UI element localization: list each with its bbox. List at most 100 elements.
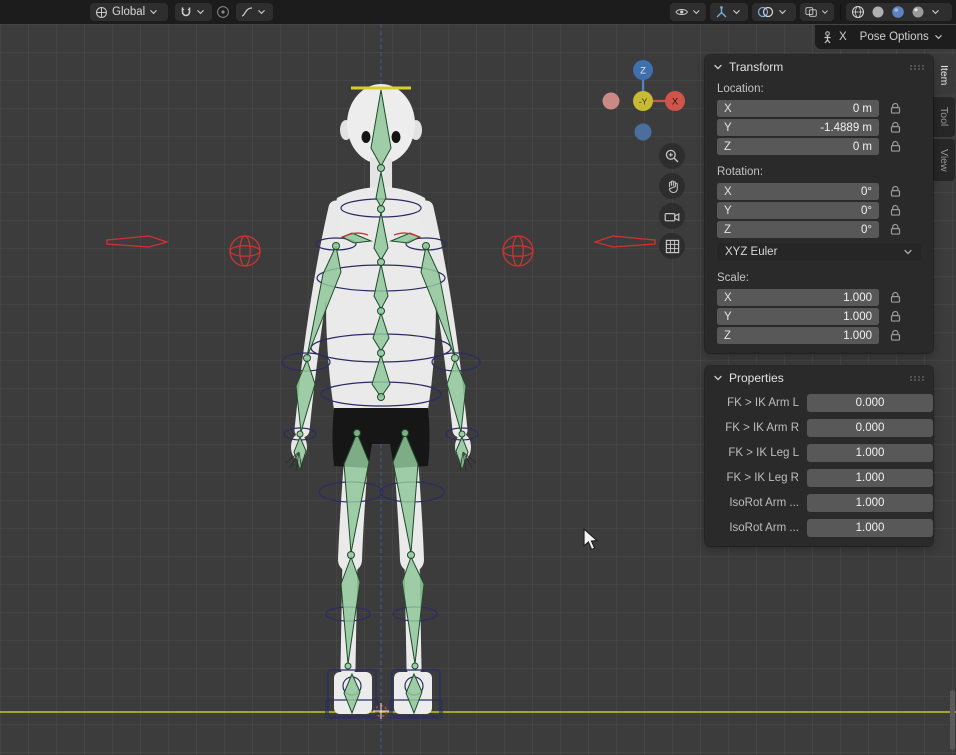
- overlays-dropdown[interactable]: [752, 3, 796, 21]
- lock-icon[interactable]: [889, 291, 902, 304]
- lock-icon[interactable]: [889, 185, 902, 198]
- property-field[interactable]: 0.000: [807, 394, 933, 412]
- property-value: 0.000: [856, 397, 885, 409]
- location-x-field[interactable]: X 0 m: [717, 100, 879, 117]
- scale-section-label: Scale:: [705, 268, 933, 288]
- lock-icon[interactable]: [889, 223, 902, 236]
- pan-hand-icon: [665, 179, 680, 194]
- rotation-z-field[interactable]: Z 0°: [717, 221, 879, 238]
- view-object-types-dropdown[interactable]: [670, 3, 706, 21]
- field-value: 1.000: [843, 292, 872, 304]
- lock-icon[interactable]: [889, 121, 902, 134]
- location-section-label: Location:: [705, 79, 933, 99]
- navigation-gizmo[interactable]: Z X -Y: [598, 58, 690, 146]
- panel-grip-icon[interactable]: [909, 375, 925, 382]
- property-row: FK > IK Leg L 1.000: [705, 440, 933, 465]
- property-field[interactable]: 1.000: [807, 519, 933, 537]
- axis-label: Y: [724, 311, 732, 323]
- chevron-down-icon[interactable]: [931, 8, 940, 16]
- property-field[interactable]: 1.000: [807, 469, 933, 487]
- pose-options-bar: X Pose Options: [815, 25, 956, 49]
- proportional-editing-toggle[interactable]: [216, 5, 230, 19]
- orientation-label: Global: [112, 6, 145, 18]
- chevron-down-icon: [778, 8, 787, 16]
- rendered-shading-icon[interactable]: [911, 5, 925, 19]
- wireframe-shading-icon[interactable]: [851, 5, 865, 19]
- lock-icon[interactable]: [889, 102, 902, 115]
- xray-icon: [805, 6, 817, 18]
- gizmo-neg-x-axis: [603, 93, 620, 110]
- xray-toggle[interactable]: [800, 3, 834, 21]
- rotation-y-row: Y 0°: [705, 201, 933, 220]
- rotation-mode-dropdown[interactable]: XYZ Euler: [717, 243, 921, 261]
- scale-y-field[interactable]: Y 1.000: [717, 308, 879, 325]
- chevron-down-icon: [196, 8, 205, 16]
- property-label: FK > IK Arm L: [709, 397, 807, 409]
- gizmos-dropdown[interactable]: [710, 3, 748, 21]
- shading-mode-group: [846, 3, 952, 21]
- gizmo-neg-z-axis: [635, 124, 652, 141]
- solid-shading-icon[interactable]: [871, 5, 885, 19]
- overlays-icon: [757, 6, 774, 18]
- properties-panel-header[interactable]: Properties: [705, 366, 933, 390]
- field-value: 0°: [861, 224, 872, 236]
- material-shading-icon[interactable]: [891, 5, 905, 19]
- field-value: 0 m: [853, 103, 872, 115]
- rotation-section-label: Rotation:: [705, 162, 933, 182]
- snap-dropdown[interactable]: [175, 3, 212, 21]
- orientation-dropdown[interactable]: Global: [90, 3, 168, 21]
- chevron-down-icon: [903, 248, 913, 256]
- location-y-field[interactable]: Y -1.4889 m: [717, 119, 879, 136]
- property-field[interactable]: 1.000: [807, 494, 933, 512]
- tab-tool[interactable]: Tool: [933, 97, 955, 136]
- field-value: -1.4889 m: [820, 122, 872, 134]
- panel-grip-icon[interactable]: [909, 64, 925, 71]
- lock-icon[interactable]: [889, 329, 902, 342]
- falloff-dropdown[interactable]: [236, 3, 273, 21]
- chevron-down-icon: [821, 8, 829, 16]
- rotation-mode-value: XYZ Euler: [725, 246, 777, 258]
- property-label: IsoRot Arm ...: [709, 497, 807, 509]
- pose-options-menu[interactable]: Pose Options: [860, 31, 929, 43]
- grid-toggle-button[interactable]: [659, 233, 685, 259]
- camera-view-button[interactable]: [659, 203, 685, 229]
- chevron-down-icon[interactable]: [934, 33, 943, 41]
- location-z-row: Z 0 m: [705, 137, 933, 156]
- property-value: 0.000: [856, 422, 885, 434]
- snap-magnet-icon: [180, 6, 192, 18]
- scale-x-field[interactable]: X 1.000: [717, 289, 879, 306]
- chevron-down-icon: [692, 8, 701, 16]
- rotation-y-field[interactable]: Y 0°: [717, 202, 879, 219]
- property-row: FK > IK Arm L 0.000: [705, 390, 933, 415]
- location-y-row: Y -1.4889 m: [705, 118, 933, 137]
- chevron-down-icon: [149, 8, 158, 16]
- property-row: IsoRot Arm ... 1.000: [705, 515, 933, 540]
- panel-expand-icon: [713, 63, 723, 71]
- lock-icon[interactable]: [889, 204, 902, 217]
- panel-title: Properties: [729, 371, 903, 385]
- zoom-button[interactable]: [659, 143, 685, 169]
- sidebar-tabs: Item Tool View: [933, 55, 955, 181]
- location-z-field[interactable]: Z 0 m: [717, 138, 879, 155]
- transform-panel: Transform Location: X 0 m Y -1.4889 m Z …: [705, 55, 933, 353]
- visibility-eye-icon: [675, 6, 688, 18]
- tab-view[interactable]: View: [933, 139, 955, 182]
- rotation-x-row: X 0°: [705, 182, 933, 201]
- properties-panel: Properties FK > IK Arm L 0.000 FK > IK A…: [705, 366, 933, 546]
- pan-button[interactable]: [659, 173, 685, 199]
- tab-item[interactable]: Item: [933, 55, 955, 95]
- property-field[interactable]: 1.000: [807, 444, 933, 462]
- grid-toggle-icon: [665, 239, 680, 254]
- transform-panel-header[interactable]: Transform: [705, 55, 933, 79]
- proportional-editing-icon: [216, 5, 230, 19]
- lock-icon[interactable]: [889, 140, 902, 153]
- rotation-x-field[interactable]: X 0°: [717, 183, 879, 200]
- axis-label: X: [724, 292, 732, 304]
- property-field[interactable]: 0.000: [807, 419, 933, 437]
- field-value: 0°: [861, 186, 872, 198]
- scale-z-field[interactable]: Z 1.000: [717, 327, 879, 344]
- active-object-label: X: [839, 31, 847, 43]
- lock-icon[interactable]: [889, 310, 902, 323]
- viewport-scrollbar[interactable]: [950, 690, 955, 750]
- panel-expand-icon: [713, 374, 723, 382]
